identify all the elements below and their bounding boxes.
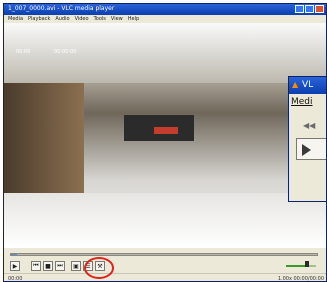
video-area[interactable]: 00:00 00:00:00 <box>4 23 326 248</box>
popup-prev-icon[interactable]: ◀◀ <box>303 121 315 130</box>
menu-audio[interactable]: Audio <box>55 16 69 22</box>
next-button[interactable]: ⏭ <box>55 261 65 271</box>
popup-title-bar: ▲ VL <box>289 77 326 94</box>
fullscreen-button[interactable]: ▣ <box>71 261 81 271</box>
vlc-cone-icon: ▲ <box>292 80 299 89</box>
control-bar: ▶ ⏮ ■ ⏭ ▣ ☰ ⚒ <box>4 260 326 273</box>
window-controls <box>295 5 324 13</box>
seek-fill <box>11 254 18 255</box>
popup-title: VL <box>302 80 314 90</box>
annotation-circle <box>84 257 114 279</box>
prev-button[interactable]: ⏮ <box>31 261 41 271</box>
play-button[interactable]: ▶ <box>10 261 20 271</box>
menu-tools[interactable]: Tools <box>94 16 106 22</box>
maximize-button[interactable] <box>305 5 314 13</box>
menu-bar: Media Playback Audio Video Tools View He… <box>4 15 326 23</box>
minimize-button[interactable] <box>295 5 304 13</box>
menu-playback[interactable]: Playback <box>28 16 50 22</box>
status-right: 1.00x 00:00/00:00 <box>277 276 324 282</box>
seek-bar[interactable] <box>4 248 326 260</box>
menu-view[interactable]: View <box>111 16 123 22</box>
status-bar: 00:00 1.00x 00:00/00:00 <box>4 273 326 282</box>
osd-left: 00:00 <box>16 49 31 55</box>
menu-media[interactable]: Media <box>8 16 23 22</box>
seek-track[interactable] <box>10 253 318 256</box>
video-floor <box>4 193 326 248</box>
vlc-main-window: 1_007_0000.avi - VLC media player Media … <box>3 3 327 282</box>
osd-right: 00:00:00 <box>54 49 77 55</box>
menu-video[interactable]: Video <box>75 16 89 22</box>
video-sign <box>154 127 178 134</box>
popup-play-button[interactable] <box>296 138 326 160</box>
play-icon <box>302 144 311 156</box>
volume-knob[interactable] <box>305 261 309 267</box>
menu-help[interactable]: Help <box>128 16 139 22</box>
window-title: 1_007_0000.avi - VLC media player <box>8 5 115 12</box>
video-ceiling <box>4 23 326 83</box>
volume-fill <box>286 265 307 267</box>
status-left: 00:00 <box>8 276 23 282</box>
volume-slider[interactable] <box>286 261 316 269</box>
title-bar: 1_007_0000.avi - VLC media player <box>4 4 326 15</box>
popup-menu-media[interactable]: Medi <box>291 97 313 107</box>
vlc-popup-window: ▲ VL Medi ◀◀ <box>288 76 327 202</box>
stop-button[interactable]: ■ <box>43 261 53 271</box>
close-button[interactable] <box>315 5 324 13</box>
volume-track[interactable] <box>286 265 316 267</box>
